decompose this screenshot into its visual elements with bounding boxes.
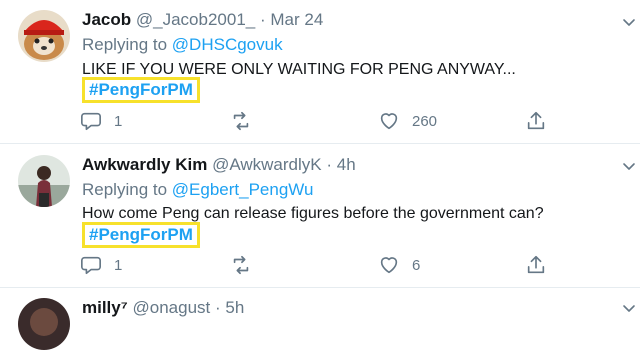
tweet-text: How come Peng can release figures before…	[82, 205, 544, 222]
timestamp[interactable]: 5h	[225, 298, 244, 317]
timestamp[interactable]: 4h	[337, 155, 356, 174]
reply-button[interactable]: 1	[80, 110, 122, 132]
like-button[interactable]: 260	[378, 110, 437, 132]
hashtag-link[interactable]: #PengForPM	[82, 222, 200, 248]
like-count: 260	[412, 112, 438, 130]
retweet-icon	[233, 255, 249, 275]
replying-label: Replying to	[82, 35, 168, 54]
chevron-down-icon[interactable]	[621, 14, 637, 30]
timestamp[interactable]: Mar 24	[270, 10, 323, 29]
like-button[interactable]: 6	[378, 254, 420, 276]
user-handle[interactable]: @AwkwardlyK	[212, 155, 322, 174]
reply-count: 1	[114, 256, 123, 274]
replying-to: Replying to @Egbert_PengWu	[82, 180, 314, 200]
hashtag-link[interactable]: #PengForPM	[82, 77, 200, 103]
separator-dot: ·	[259, 10, 266, 29]
heart-icon	[380, 257, 398, 274]
display-name[interactable]: milly⁷	[82, 298, 128, 317]
tweet-actions: 1 260	[80, 110, 560, 132]
tweet-actions: 1 6	[80, 254, 560, 276]
display-name[interactable]: Jacob	[82, 10, 131, 29]
user-handle[interactable]: @onagust	[133, 298, 211, 317]
mention-link[interactable]: @Egbert_PengWu	[172, 180, 314, 199]
tweet-header: Jacob @_Jacob2001_ · Mar 24	[82, 10, 323, 30]
separator-dot: ·	[326, 155, 333, 174]
user-handle[interactable]: @_Jacob2001_	[136, 10, 255, 29]
avatar[interactable]	[18, 155, 70, 207]
tweet-divider	[0, 287, 640, 288]
replying-label: Replying to	[82, 180, 168, 199]
tweet-header: Awkwardly Kim @AwkwardlyK · 4h	[82, 155, 356, 175]
reply-icon	[81, 256, 101, 275]
display-name[interactable]: Awkwardly Kim	[82, 155, 207, 174]
separator-dot: ·	[215, 298, 221, 317]
tweet-divider	[0, 143, 640, 144]
reply-button[interactable]: 1	[80, 254, 122, 276]
replying-to: Replying to @DHSCgovuk	[82, 35, 283, 55]
mention-link[interactable]: @DHSCgovuk	[172, 35, 283, 54]
avatar[interactable]	[18, 298, 70, 350]
chevron-down-icon[interactable]	[621, 300, 637, 316]
avatar[interactable]	[18, 10, 70, 62]
share-icon	[527, 255, 545, 274]
retweet-button[interactable]	[230, 110, 264, 132]
reply-icon	[81, 112, 101, 131]
retweet-icon	[233, 111, 249, 131]
heart-icon	[380, 113, 398, 130]
share-icon	[527, 111, 545, 130]
tweet-header: milly⁷ @onagust · 5h	[82, 298, 244, 318]
share-button[interactable]	[525, 110, 547, 132]
like-count: 6	[412, 256, 421, 274]
chevron-down-icon[interactable]	[621, 158, 637, 174]
reply-count: 1	[114, 112, 123, 130]
retweet-button[interactable]	[230, 254, 264, 276]
share-button[interactable]	[525, 254, 547, 276]
